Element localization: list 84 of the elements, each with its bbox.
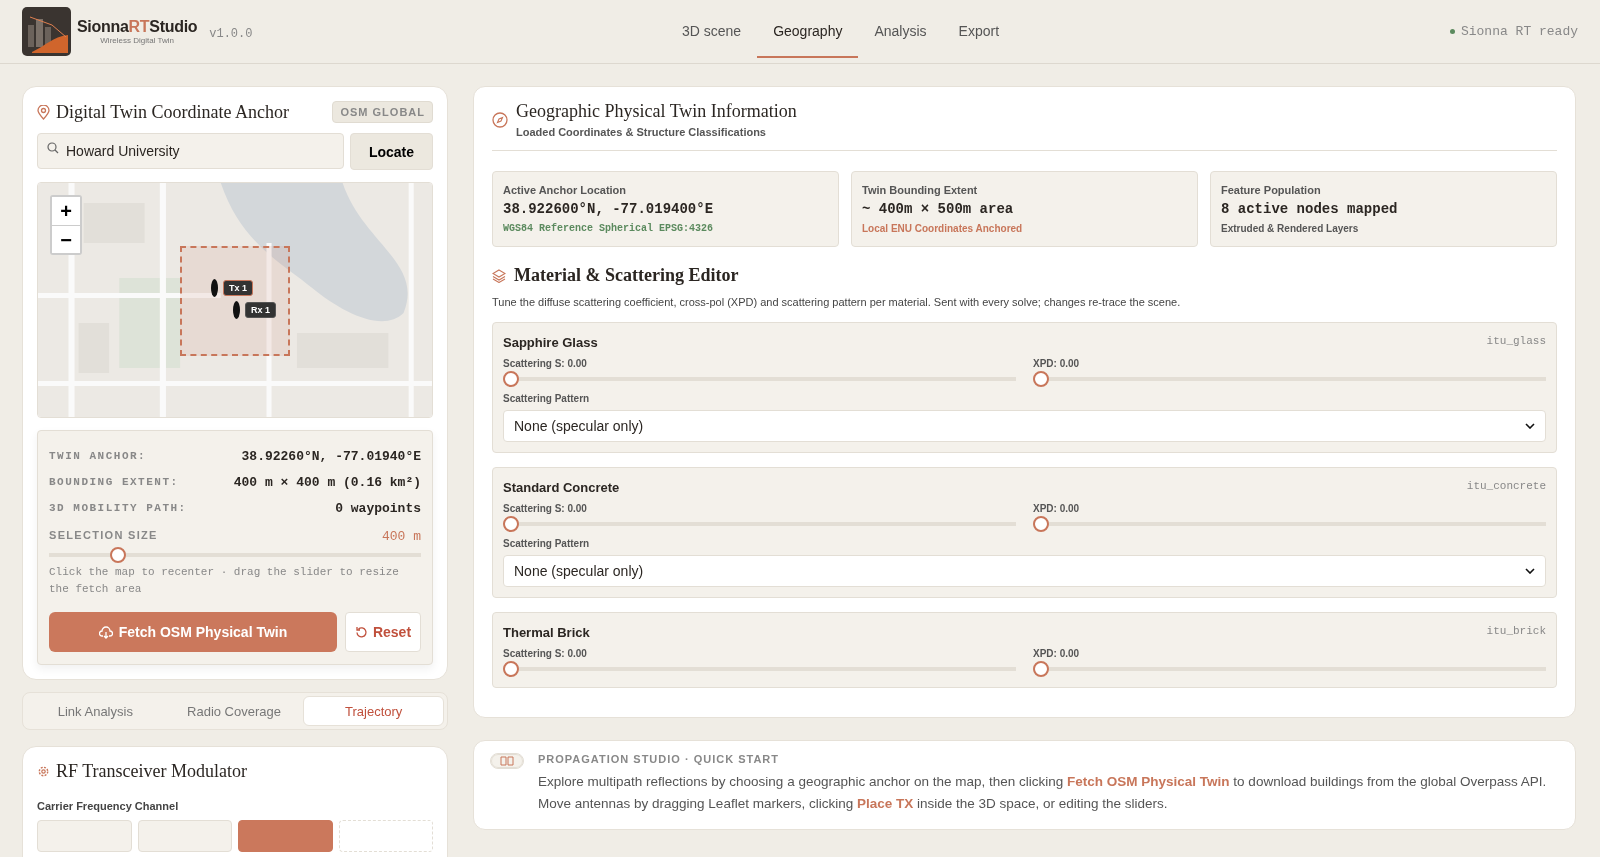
slider-label: XPD: 0.00 [1033,358,1081,369]
location-pin-icon [37,104,50,120]
reset-icon [354,625,368,639]
app-name: SionnaRTStudio [77,18,198,36]
stat-value: 38.922600°N, -77.019400°E [503,201,715,217]
material-id: itu_glass [1486,335,1546,349]
material-name: Sapphire Glass [503,335,598,350]
card-title: RF Transceiver Modulator [56,761,247,782]
reset-button[interactable]: Reset [345,612,421,652]
stat-label: Twin Bounding Extent [862,184,979,196]
hint-text: Click the map to recenter · drag the slider to resize the fetch area [49,565,400,597]
status-text: Sionna RT ready [1460,24,1578,39]
mode-tab[interactable]: Link Analysis [26,696,165,726]
slider-thumb[interactable] [503,371,519,387]
chevron-down-icon [1525,423,1535,429]
slider-thumb[interactable] [1033,661,1049,677]
info-label: TWIN ANCHOR: [49,450,147,462]
section-description: Tune the diffuse scattering coefficient, cross-pol (XPD) and scattering pattern per material. Sent with every solve; changes re-trace the scene. [492,296,1182,308]
layers-icon [492,268,506,283]
field-label: Scattering Pattern [503,538,591,549]
book-icon [490,753,524,769]
slider-thumb[interactable] [503,516,519,532]
slider-label: Scattering S: 0.00 [503,648,588,659]
slider-thumb[interactable] [503,661,519,677]
locate-button[interactable]: Locate [349,133,433,170]
mode-tab[interactable]: Radio Coverage [164,696,304,726]
quick-start-title: PROPAGATION STUDIO · QUICK START [538,753,780,765]
stat-value: 8 active nodes mapped [1221,201,1399,217]
slider-label: XPD: 0.00 [1033,503,1081,514]
zoom-out-button[interactable]: − [52,225,80,253]
marker-label: Rx 1 [245,302,276,318]
marker-label: Tx 1 [223,280,253,296]
selection-area[interactable] [180,246,290,356]
mode-tab[interactable]: Trajectory [303,696,444,726]
compass-icon [492,111,508,128]
pattern-dropdown[interactable]: None (specular only) [503,410,1546,442]
version-label: v1.0.0 [209,26,253,41]
gear-icon [37,765,50,778]
cloud-download-icon [98,625,113,639]
info-label: 3D MOBILITY PATH: [49,502,187,514]
slider-reading: 400 m [382,529,421,544]
quick-start-text: Explore multipath reflections by choosing a geographic anchor on the map, then clicking Fetch OSM Physical Twin to download buildings from the global Overpass API. Move antennas by dragging Leaflet markers, clicking Place TX inside the 3D space, or editing the sliders. [538,773,1548,813]
marker-pin[interactable] [233,301,240,319]
chevron-down-icon [1525,568,1535,574]
nav-tab[interactable]: 3D scene [666,6,758,58]
nav-tab[interactable]: Export [942,6,1016,58]
slider-thumb[interactable] [109,547,126,563]
info-label: BOUNDING EXTENT: [49,476,179,488]
stat-note: WGS84 Reference Spherical EPSG:4326 [503,223,715,234]
inline-link[interactable]: Place TX [856,796,914,811]
slider-thumb[interactable] [1033,371,1049,387]
source-badge: OSM GLOBAL [332,101,433,123]
info-value: 0 waypoints [335,500,421,516]
search-icon [47,142,59,154]
nav-tab[interactable]: Analysis [858,6,943,58]
stat-label: Feature Population [1221,184,1322,196]
card-title: Digital Twin Coordinate Anchor [56,101,289,123]
info-value: 38.92260°N, -77.01940°E [241,448,421,464]
material-name: Thermal Brick [503,625,590,640]
field-label: Scattering Pattern [503,393,591,404]
slider-label: SELECTION SIZE [49,529,158,543]
stat-note: Local ENU Coordinates Anchored [862,223,1024,234]
marker-pin[interactable] [211,279,218,297]
material-name: Standard Concrete [503,480,620,495]
stat-note: Extruded & Rendered Layers [1221,223,1360,234]
panel-title: Geographic Physical Twin Information [516,101,797,122]
slider-label: Scattering S: 0.00 [503,358,588,369]
field-label: Carrier Frequency Channel [37,800,180,812]
slider-label: XPD: 0.00 [1033,648,1081,659]
logo-icon [22,7,71,56]
info-value: 400 m × 400 m (0.16 km²) [233,474,421,490]
slider-thumb[interactable] [1033,516,1049,532]
stat-label: Active Anchor Location [503,184,628,196]
nav-tab[interactable]: Geography [757,6,859,58]
panel-subtitle: Loaded Coordinates & Structure Classifications [516,126,767,138]
section-title: Material & Scattering Editor [514,265,739,286]
search-field[interactable]: Howard University [37,133,344,169]
inline-link[interactable]: Fetch OSM Physical Twin [1067,774,1230,789]
pattern-dropdown[interactable]: None (specular only) [503,555,1546,587]
app-tagline: Wireless Digital Twin [100,36,174,45]
material-id: itu_concrete [1466,480,1546,494]
stat-value: ~ 400m × 500m area [862,201,1015,217]
material-id: itu_brick [1486,625,1546,639]
slider-label: Scattering S: 0.00 [503,503,588,514]
